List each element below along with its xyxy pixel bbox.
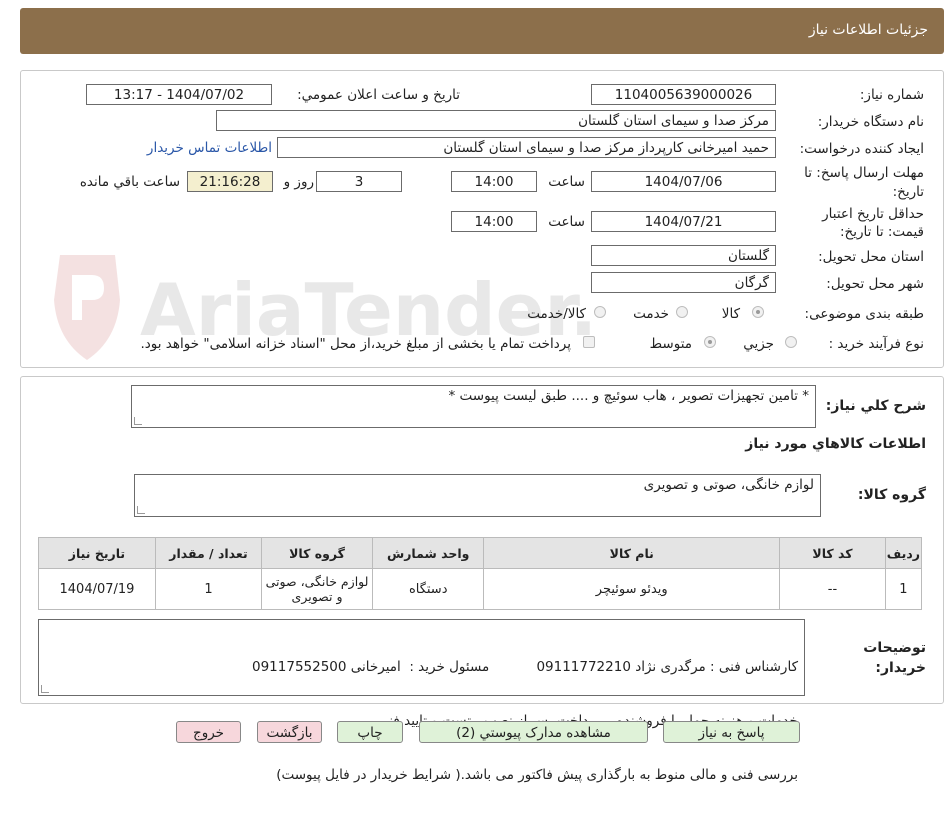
print-button[interactable]: چاپ: [337, 721, 403, 743]
resize-grip-icon[interactable]: [134, 417, 142, 425]
announce-label: تاریخ و ساعت اعلان عمومي:: [297, 87, 460, 103]
resize-grip-icon[interactable]: [41, 685, 49, 693]
col-header-row: رديف: [884, 537, 923, 569]
table-row: 1 -- ویدئو سوئیچر دستگاه لوازم خانگی، صو…: [38, 568, 923, 610]
buyer-notes-line1: کارشناس فنی : مرگدری نژاد 09111772210 مس…: [252, 659, 798, 675]
province-label: استان محل تحویل:: [818, 249, 924, 265]
cell-group: لوازم خانگی، صوتی و تصویری: [260, 568, 374, 610]
goods-table: رديف کد کالا نام کالا واحد شمارش گروه کا…: [38, 537, 923, 610]
buyer-notes-label-2: خريدار:: [875, 660, 926, 676]
process-radio-medium[interactable]: [704, 336, 716, 348]
goods-group-label: گروه کالا:: [857, 487, 926, 503]
requester-label: ایجاد کننده درخواست:: [799, 141, 924, 157]
treasury-checkbox[interactable]: [583, 336, 595, 348]
deadline-date-field: 1404/07/06: [591, 171, 776, 192]
exit-button[interactable]: خروج: [176, 721, 241, 743]
validity-time-field: 14:00: [451, 211, 537, 232]
category-radio-goods[interactable]: [752, 306, 764, 318]
goods-table-header: رديف کد کالا نام کالا واحد شمارش گروه کا…: [38, 537, 923, 569]
category-option-goods-service: کالا/خدمت: [527, 306, 586, 322]
goods-group-field: لوازم خانگی، صوتی و تصویری: [134, 474, 821, 517]
col-header-date: تاريخ نياز: [38, 537, 156, 569]
deadline-time-field: 14:00: [451, 171, 537, 192]
announce-field: 1404/07/02 - 13:17: [86, 84, 272, 105]
deadline-label: مهلت ارسال پاسخ: تا: [804, 165, 924, 181]
validity-date-field: 1404/07/21: [591, 211, 776, 232]
description-label: شرح کلي نياز:: [825, 398, 926, 414]
reply-button[interactable]: پاسخ به نياز: [663, 721, 800, 743]
need-number-label: شماره نیاز:: [859, 87, 924, 103]
cell-name: ویدئو سوئیچر: [483, 568, 781, 610]
days-label: روز و: [283, 174, 314, 190]
remaining-time-field: 21:16:28: [187, 171, 273, 192]
deadline-time-label: ساعت: [548, 174, 585, 190]
category-radio-service[interactable]: [676, 306, 688, 318]
buyer-notes-label: توضيحات: [863, 640, 926, 656]
buyer-notes-line3: بررسی فنی و مالی منوط به بارگذاری پیش فا…: [276, 767, 798, 783]
buyer-org-field: مرکز صدا و سیمای استان گلستان: [216, 110, 776, 131]
remaining-label: ساعت باقي مانده: [79, 174, 180, 190]
payment-note: پرداخت تمام یا بخشی از مبلغ خرید،از محل …: [140, 336, 571, 352]
process-option-medium: متوسط: [649, 336, 692, 352]
days-field: 3: [316, 171, 402, 192]
attachments-button[interactable]: مشاهده مدارک پيوستي (2): [419, 721, 648, 743]
category-radio-goods-service[interactable]: [594, 306, 606, 318]
process-radio-minor[interactable]: [785, 336, 797, 348]
col-header-unit: واحد شمارش: [372, 537, 485, 569]
back-button[interactable]: بازگشت: [257, 721, 322, 743]
cell-code: --: [779, 568, 886, 610]
goods-group-text: لوازم خانگی، صوتی و تصویری: [643, 477, 814, 493]
buyer-notes-field: کارشناس فنی : مرگدری نژاد 09111772210 مس…: [38, 619, 805, 783]
buyer-org-label: نام دستگاه خريدار:: [817, 114, 924, 130]
buyer-contact-link[interactable]: اطلاعات تماس خريدار: [147, 140, 272, 156]
need-number-field: 1104005639000026: [591, 84, 776, 105]
resize-grip-icon[interactable]: [137, 506, 145, 514]
page-header: جزئیات اطلاعات نیاز: [20, 8, 944, 54]
description-field: * تامین تجهیزات تصویر ، هاب سوئیچ و ....…: [131, 385, 816, 428]
validity-label: حداقل تاريخ اعتبار: [822, 206, 924, 222]
col-header-group: گروه کالا: [260, 537, 374, 569]
cell-unit: دستگاه: [372, 568, 485, 610]
col-header-code: کد کالا: [779, 537, 886, 569]
validity-label-2: قيمت: تا تاريخ:: [840, 224, 924, 240]
page-title: جزئیات اطلاعات نیاز: [808, 22, 928, 38]
col-header-qty: تعداد / مقدار: [154, 537, 263, 569]
process-label: نوع فرآیند خرید :: [828, 336, 924, 352]
description-text: * تامین تجهیزات تصویر ، هاب سوئیچ و ....…: [448, 388, 809, 404]
cell-qty: 1: [154, 568, 263, 610]
process-option-minor: جزيي: [743, 336, 774, 352]
validity-time-label: ساعت: [548, 214, 585, 230]
city-label: شهر محل تحویل:: [826, 276, 924, 292]
requester-field: حمید امیرخانی کارپرداز مرکز صدا و سیمای …: [277, 137, 776, 158]
category-option-goods: کالا: [721, 306, 740, 322]
cell-row: 1: [884, 568, 923, 610]
province-field: گلستان: [591, 245, 776, 266]
deadline-label-2: تاریخ:: [892, 184, 924, 200]
goods-section-title: اطلاعات کالاهاي مورد نياز: [745, 436, 926, 452]
col-header-name: نام کالا: [483, 537, 781, 569]
category-label: طبقه بندی موضوعی:: [804, 306, 924, 322]
cell-date: 1404/07/19: [38, 568, 156, 610]
city-field: گرگان: [591, 272, 776, 293]
category-option-service: خدمت: [633, 306, 669, 322]
